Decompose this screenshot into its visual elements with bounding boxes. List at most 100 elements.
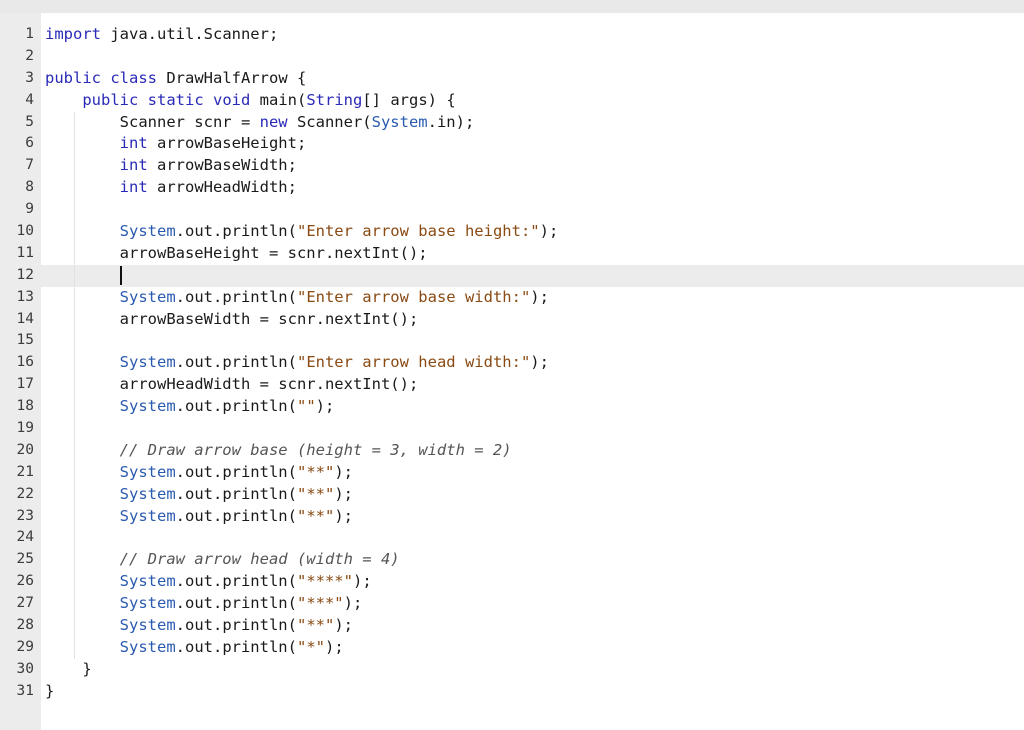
code-token: "**" [296,616,335,635]
code-line[interactable]: 3 public class DrawHalfArrow { [0,68,1024,90]
code-line[interactable]: 18 System.out.println(""); [0,396,1024,419]
code-line[interactable]: 19 [0,418,1024,440]
code-text[interactable]: System.out.println(""); [45,396,335,418]
line-number: 2 [25,47,34,64]
code-line[interactable]: 7 int arrowBaseWidth; [0,155,1024,178]
code-text[interactable]: System.out.println("**"); [45,506,353,528]
line-number: 17 [16,376,34,393]
code-line[interactable]: 14 arrowBaseWidth = scnr.nextInt(); [0,308,1024,331]
code-line[interactable]: 29 System.out.println("*"); [0,636,1024,659]
code-text[interactable]: int arrowHeadWidth; [45,177,297,199]
code-text[interactable]: System.out.println("**"); [45,615,353,637]
code-line[interactable]: 20 // Draw arrow base (height = 3, width… [0,439,1024,462]
code-token: System [119,462,176,481]
code-line[interactable]: 31} [0,681,1024,703]
code-text[interactable]: System.out.println("Enter arrow head wid… [45,352,549,374]
code-token: "****" [296,572,353,591]
code-text[interactable]: public class DrawHalfArrow { [45,68,306,90]
line-number: 30 [16,660,34,677]
code-text[interactable]: System.out.println("*"); [45,637,344,659]
code-text[interactable] [45,265,122,287]
line-number: 4 [25,91,34,108]
line-number: 8 [25,179,34,196]
code-text[interactable]: System.out.println("***"); [45,593,363,615]
line-number: 12 [16,266,34,283]
code-line[interactable]: 23 System.out.println("**"); [0,505,1024,528]
code-text[interactable]: arrowHeadWidth = scnr.nextInt(); [45,374,419,396]
code-line[interactable]: 26 System.out.println("****"); [0,571,1024,594]
code-token: int [119,178,148,197]
code-text[interactable]: int arrowBaseWidth; [45,155,297,177]
code-text[interactable]: arrowBaseHeight = scnr.nextInt(); [45,243,428,265]
code-lines[interactable]: 1 import java.util.Scanner; 2 3 public class… [0,24,1024,703]
code-line[interactable]: 30 } [0,659,1024,681]
code-line[interactable]: 28 System.out.println("**"); [0,615,1024,637]
code-line[interactable]: 11 arrowBaseHeight = scnr.nextInt(); [0,242,1024,265]
code-line[interactable]: 4 public static void main(String[] args)… [0,90,1024,112]
code-text[interactable]: System.out.println("**"); [45,462,353,484]
code-token: "**" [296,484,335,503]
line-number: 1 [25,26,34,42]
code-token: .out.println( [175,594,297,613]
code-line[interactable]: 10 System.out.println("Enter arrow base … [0,221,1024,243]
code-line[interactable]: 27 System.out.println("***"); [0,593,1024,616]
line-number: 6 [25,135,34,152]
code-text[interactable]: } [45,681,54,703]
code-line[interactable]: 13 System.out.println("Enter arrow base … [0,286,1024,309]
indent-guide [74,418,75,440]
code-line[interactable]: 8 int arrowHeadWidth; [0,177,1024,200]
code-token: System [119,353,176,372]
code-text[interactable]: import java.util.Scanner; [45,24,278,46]
code-text[interactable]: arrowBaseWidth = scnr.nextInt(); [45,309,419,331]
line-number: 23 [16,507,34,524]
code-token: class [110,68,158,87]
code-line[interactable]: 25 // Draw arrow head (width = 4) [0,549,1024,572]
code-text[interactable]: // Draw arrow head (width = 4) [45,549,400,571]
code-text[interactable]: Scanner scnr = new Scanner(System.in); [45,112,475,134]
code-line[interactable]: 17 arrowHeadWidth = scnr.nextInt(); [0,374,1024,397]
code-token: Scanner( [287,112,372,131]
code-line[interactable]: 1 import java.util.Scanner; [0,24,1024,46]
code-text[interactable]: System.out.println("****"); [45,571,372,593]
indent-guide [74,527,75,550]
code-token: [] args) { [362,90,456,109]
line-number: 9 [25,201,34,218]
code-text[interactable]: public static void main(String[] args) { [45,90,456,112]
code-token: ); [334,506,353,525]
code-text[interactable]: } [45,659,91,681]
line-number: 31 [16,682,34,699]
code-token: ); [343,594,363,613]
code-line[interactable]: 9 [0,199,1024,222]
code-line[interactable]: 6 int arrowBaseHeight; [0,133,1024,156]
code-line[interactable]: 22 System.out.println("**"); [0,483,1024,506]
line-number: 27 [16,595,34,612]
code-line[interactable]: 5 Scanner scnr = new Scanner(System.in); [0,111,1024,134]
code-line[interactable]: 15 [0,330,1024,353]
code-token: DrawHalfArrow { [157,68,307,87]
code-text[interactable]: int arrowBaseHeight; [45,133,307,155]
code-line[interactable]: 16 System.out.println("Enter arrow head … [0,352,1024,375]
code-text[interactable]: // Draw arrow base (height = 3, width = … [45,440,512,462]
line-number: 13 [16,288,34,305]
code-line[interactable]: 2 [0,46,1024,68]
code-token: ); [334,484,353,503]
code-line[interactable]: 21 System.out.println("**"); [0,461,1024,484]
line-number: 25 [16,551,34,568]
code-editor[interactable]: 1 import java.util.Scanner; 2 3 public class… [0,13,1024,730]
code-line[interactable]: 24 [0,527,1024,550]
code-token: "" [296,397,316,416]
code-token: .out.println( [175,484,297,503]
code-text[interactable]: System.out.println("Enter arrow base hei… [45,221,559,243]
code-token: public [82,90,139,109]
code-line[interactable]: 12 [0,264,1024,287]
line-number: 3 [25,69,34,86]
code-token: "Enter arrow base width:" [296,287,531,306]
code-token: System [119,572,176,591]
code-text[interactable]: System.out.println("**"); [45,484,353,506]
code-text[interactable]: System.out.println("Enter arrow base wid… [45,287,549,309]
